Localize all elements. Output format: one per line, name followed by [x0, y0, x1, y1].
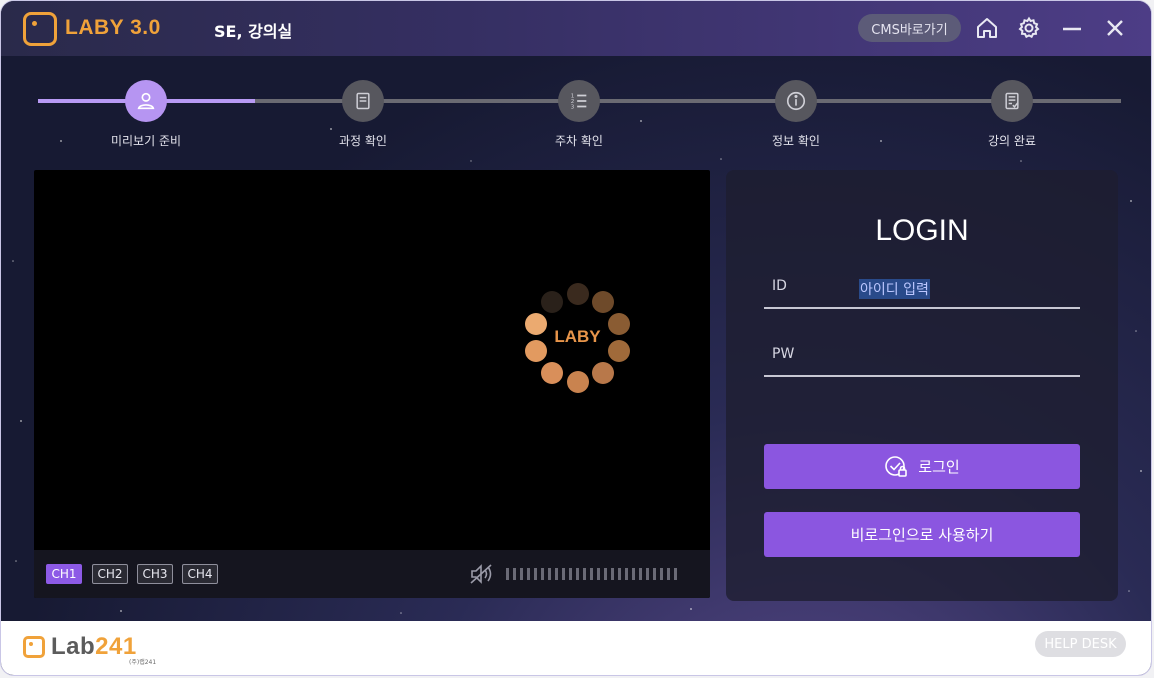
volume-tick [646, 568, 649, 580]
step-preview-ready: 미리보기 준비 [86, 80, 206, 149]
cms-shortcut-button[interactable]: CMS바로가기 [858, 14, 961, 42]
volume-tick [625, 568, 628, 580]
minimize-icon[interactable] [1059, 15, 1085, 41]
app-name: LABY 3.0 [65, 16, 161, 39]
spinner-dot [566, 370, 589, 393]
login-button[interactable]: 로그인 [764, 444, 1080, 489]
app-window: LABY 3.0 SE, 강의실 CMS바로가기 미리보기 준비 과정 확인 1… [0, 0, 1152, 676]
password-field[interactable]: PW [764, 337, 1080, 377]
volume-tick [569, 568, 572, 580]
spinner-dot [592, 362, 615, 385]
spinner-dot [566, 282, 589, 305]
volume-tick [583, 568, 586, 580]
volume-slider[interactable] [506, 568, 677, 580]
spinner-dot [540, 362, 563, 385]
volume-tick [660, 568, 663, 580]
video-preview: LABY CH1 CH2 CH3 CH4 [34, 170, 710, 598]
step-label: 미리보기 준비 [110, 134, 182, 148]
id-label: ID [772, 278, 787, 294]
step-course-check: 과정 확인 [303, 80, 423, 149]
spinner-dot [524, 340, 547, 363]
book-icon [342, 80, 384, 122]
login-panel: LOGIN ID 아이디 입력 PW 로그인 비로그인으로 사용하기 [726, 170, 1118, 601]
loading-spinner: LABY [520, 280, 635, 395]
document-check-icon [991, 80, 1033, 122]
room-title: SE, 강의실 [214, 22, 293, 41]
user-icon [125, 80, 167, 122]
step-info-check: 정보 확인 [736, 80, 856, 149]
volume-tick [520, 568, 523, 580]
step-label: 과정 확인 [339, 134, 387, 148]
spinner-dot [592, 290, 615, 313]
help-desk-button[interactable]: HELP DESK [1035, 631, 1126, 657]
volume-tick [541, 568, 544, 580]
video-control-bar: CH1 CH2 CH3 CH4 [34, 550, 710, 598]
volume-tick [590, 568, 593, 580]
volume-tick [604, 568, 607, 580]
step-week-check: 123 주차 확인 [519, 80, 639, 149]
volume-tick [611, 568, 614, 580]
volume-tick [667, 568, 670, 580]
volume-tick [653, 568, 656, 580]
volume-tick [513, 568, 516, 580]
close-icon[interactable] [1102, 15, 1128, 41]
footer: Lab241 (주)랩241 HELP DESK [1, 621, 1151, 675]
volume-tick [555, 568, 558, 580]
lab241-logo-icon [23, 636, 45, 658]
volume-tick [576, 568, 579, 580]
login-button-label: 로그인 [918, 458, 960, 476]
svg-text:3: 3 [571, 104, 575, 110]
step-label: 강의 완료 [988, 134, 1036, 148]
company-subtitle: (주)랩241 [129, 659, 157, 666]
list-icon: 123 [558, 80, 600, 122]
password-input[interactable] [859, 343, 1069, 369]
pw-label: PW [772, 346, 795, 362]
step-label: 주차 확인 [555, 134, 603, 148]
progress-stepper: 미리보기 준비 과정 확인 123 주차 확인 정보 확인 강의 완료 [38, 76, 1121, 156]
channel-button-4[interactable]: CH4 [182, 564, 218, 584]
laby-logo-icon [23, 12, 57, 46]
id-field[interactable]: ID 아이디 입력 [764, 269, 1080, 309]
id-input[interactable]: 아이디 입력 [859, 279, 930, 299]
info-icon [775, 80, 817, 122]
volume-tick [506, 568, 509, 580]
spinner-dot [608, 340, 631, 363]
login-check-icon [885, 455, 908, 477]
volume-tick [527, 568, 530, 580]
volume-tick [674, 568, 677, 580]
step-label: 정보 확인 [772, 134, 820, 148]
volume-tick [534, 568, 537, 580]
lab241-wordmark: Lab241 [51, 633, 137, 660]
volume-tick [562, 568, 565, 580]
login-title: LOGIN [875, 214, 969, 247]
volume-muted-icon[interactable] [469, 562, 495, 586]
guest-use-button[interactable]: 비로그인으로 사용하기 [764, 512, 1080, 557]
channel-button-1[interactable]: CH1 [46, 564, 82, 584]
volume-tick [548, 568, 551, 580]
channel-button-2[interactable]: CH2 [92, 564, 128, 584]
volume-tick [597, 568, 600, 580]
volume-tick [632, 568, 635, 580]
spinner-dot [524, 312, 547, 335]
lab241-logo: Lab241 [23, 633, 137, 661]
volume-tick [618, 568, 621, 580]
volume-tick [639, 568, 642, 580]
title-bar: LABY 3.0 SE, 강의실 CMS바로가기 [1, 1, 1151, 56]
step-lecture-complete: 강의 완료 [952, 80, 1072, 149]
settings-icon[interactable] [1016, 15, 1042, 41]
channel-button-3[interactable]: CH3 [137, 564, 173, 584]
spinner-dot [540, 290, 563, 313]
home-icon[interactable] [974, 15, 1000, 41]
guest-button-label: 비로그인으로 사용하기 [850, 526, 994, 544]
